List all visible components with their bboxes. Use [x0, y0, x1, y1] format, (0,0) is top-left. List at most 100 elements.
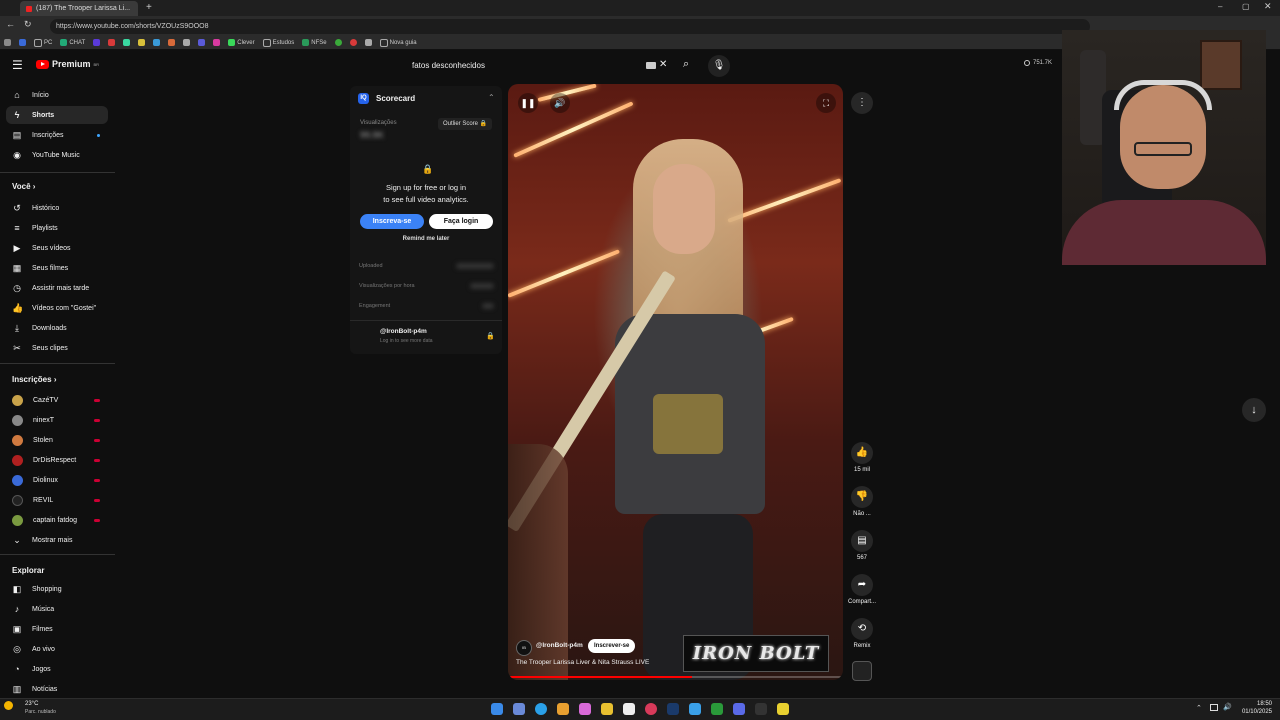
sidebar-item-noticias[interactable]: ▥ Notícias: [6, 680, 108, 698]
app-icon[interactable]: [755, 703, 767, 715]
sidebar-item-assistir-mais-tarde[interactable]: ◷ Assistir mais tarde: [6, 279, 108, 297]
bookmark-icon[interactable]: [349, 39, 357, 46]
widgets-icon[interactable]: [513, 703, 525, 715]
show-more-button[interactable]: ⌄ Mostrar mais: [6, 531, 108, 549]
fullscreen-icon[interactable]: ⛶: [816, 93, 836, 113]
sidebar-item-shopping[interactable]: ◧ Shopping: [6, 580, 108, 598]
sidebar-sub-stolen[interactable]: Stolen: [6, 431, 108, 449]
bookmark-icon[interactable]: [138, 39, 146, 46]
bookmark-clever[interactable]: Clever: [228, 39, 255, 46]
sidebar-item-ao-vivo[interactable]: ◎ Ao vivo: [6, 640, 108, 658]
windows-start-icon[interactable]: [491, 703, 503, 715]
subscribe-scorecard-button[interactable]: Inscreva-se: [360, 214, 424, 229]
bookmark-pc[interactable]: PC: [34, 38, 52, 47]
volume-icon[interactable]: 🔊: [550, 93, 570, 113]
sidebar-item-inicio[interactable]: ⌂ Início: [6, 86, 108, 104]
steam-icon[interactable]: [667, 703, 679, 715]
sidebar-item-downloads[interactable]: ⤓ Downloads: [6, 319, 108, 337]
explorer-icon[interactable]: [601, 703, 613, 715]
sidebar-sub-ninext[interactable]: ninexT: [6, 411, 108, 429]
remind-later-link[interactable]: Remind me later: [350, 236, 502, 242]
comments-button[interactable]: ▤ 567: [845, 530, 879, 561]
sound-thumbnail[interactable]: [852, 661, 872, 681]
bookmark-icon[interactable]: [123, 39, 131, 46]
sidebar-item-inscricoes[interactable]: ▤ Inscrições: [6, 126, 108, 144]
sidebar-item-seus-filmes[interactable]: ▦ Seus filmes: [6, 259, 108, 277]
sidebar-item-filmes[interactable]: ▣ Filmes: [6, 620, 108, 638]
sidebar-item-shorts[interactable]: ϟ Shorts: [6, 106, 108, 124]
sidebar-item-musica[interactable]: ♪ Música: [6, 600, 108, 618]
bookmark-icon[interactable]: [153, 39, 161, 46]
bookmark-icon[interactable]: [198, 39, 206, 46]
bookmark-icon[interactable]: [183, 39, 191, 46]
url-field[interactable]: https://www.youtube.com/shorts/VZOUzS9OO…: [50, 19, 1090, 34]
edge-icon[interactable]: [535, 703, 547, 715]
bookmark-estudos[interactable]: Estudos: [262, 38, 294, 47]
clock-time[interactable]: 18:50: [1248, 701, 1272, 707]
volume-tray-icon[interactable]: 🔊: [1223, 703, 1232, 711]
sidebar-item-playlists[interactable]: ≡ Playlists: [6, 219, 108, 237]
opera-icon[interactable]: [645, 703, 657, 715]
search-icon[interactable]: ⌕: [683, 58, 689, 71]
bookmark-icon[interactable]: [93, 39, 101, 46]
more-options-icon[interactable]: ⋮: [851, 92, 873, 114]
sidebar-sub-captain-fatdog[interactable]: captain fatdog: [6, 511, 108, 529]
network-icon[interactable]: [1210, 704, 1218, 711]
bookmark-chat[interactable]: CHAT: [60, 39, 85, 46]
like-button[interactable]: 👍 15 mil: [845, 442, 879, 473]
remix-button[interactable]: ⟲ Remix: [845, 618, 879, 649]
bookmark-nfse[interactable]: NFSe: [302, 39, 327, 46]
keyboard-icon[interactable]: [646, 62, 656, 69]
sidebar-item-historico[interactable]: ↺ Histórico: [6, 199, 108, 217]
collapse-icon[interactable]: ⌃: [488, 93, 495, 102]
notes-icon[interactable]: [777, 703, 789, 715]
outlier-score-badge[interactable]: Outlier Score 🔒: [438, 118, 493, 130]
app-icon[interactable]: [689, 703, 701, 715]
bookmark-icon[interactable]: [364, 39, 372, 46]
sidebar-sub-cazetv[interactable]: CazéTV: [6, 391, 108, 409]
section-inscricoes[interactable]: Inscrições ›: [12, 375, 56, 384]
bookmark-icon[interactable]: [19, 39, 26, 46]
channel-handle[interactable]: @IronBolt-p4m: [536, 642, 583, 649]
shorts-video-player[interactable]: ❚❚ 🔊 ⛶ IB @IronBolt-p4m Inscrever-se The…: [508, 84, 843, 680]
store-icon[interactable]: [623, 703, 635, 715]
sidebar-sub-diolinux[interactable]: Diolinux: [6, 471, 108, 489]
section-voce[interactable]: Você ›: [12, 182, 35, 191]
reload-icon[interactable]: ↻: [24, 19, 32, 30]
discord-icon[interactable]: [733, 703, 745, 715]
bookmark-icon[interactable]: [108, 39, 116, 46]
dislike-button[interactable]: 👎 Não ...: [845, 486, 879, 517]
clock-date[interactable]: 01/10/2025: [1232, 709, 1272, 715]
tray-chevron-icon[interactable]: ⌃: [1196, 704, 1202, 712]
bookmark-icon[interactable]: [4, 39, 11, 46]
sidebar-item-youtube-music[interactable]: ◉ YouTube Music: [6, 146, 108, 164]
bookmark-nova-guia[interactable]: Nova guia: [379, 38, 417, 47]
progress-track[interactable]: [508, 676, 843, 678]
pause-icon[interactable]: ❚❚: [518, 93, 538, 113]
video-title[interactable]: The Trooper Larissa Liver & Nita Strauss…: [516, 659, 649, 666]
share-button[interactable]: ➦ Compart...: [845, 574, 879, 605]
sidebar-item-videos-gostei[interactable]: 👍 Vídeos com "Gostei": [6, 299, 108, 317]
next-short-icon[interactable]: ↓: [1242, 398, 1266, 422]
copilot-icon[interactable]: [579, 703, 591, 715]
minimize-icon[interactable]: –: [1218, 2, 1222, 11]
browser-tab[interactable]: (187) The Trooper Larissa Li...: [20, 1, 138, 16]
bookmark-icon[interactable]: [334, 39, 342, 46]
sidebar-item-seus-videos[interactable]: ▶ Seus vídeos: [6, 239, 108, 257]
sidebar-item-seus-clipes[interactable]: ✂ Seus clipes: [6, 339, 108, 357]
xbox-icon[interactable]: [711, 703, 723, 715]
clear-search-icon[interactable]: ✕: [659, 59, 667, 70]
brave-icon[interactable]: [557, 703, 569, 715]
sidebar-item-jogos[interactable]: ◔ Jogos: [6, 660, 108, 678]
bookmark-icon[interactable]: [213, 39, 221, 46]
new-tab-icon[interactable]: +: [146, 2, 152, 13]
weather-icon[interactable]: [4, 701, 13, 710]
back-icon[interactable]: ←: [6, 19, 15, 29]
maximize-icon[interactable]: ▢: [1242, 2, 1250, 11]
search-input[interactable]: fatos desconhecidos: [404, 56, 672, 76]
sidebar-sub-revil[interactable]: REVIL: [6, 491, 108, 509]
close-window-icon[interactable]: ✕: [1264, 1, 1272, 12]
microphone-icon[interactable]: 🎙: [708, 55, 730, 77]
sidebar-sub-drdisrespect[interactable]: DrDisRespect: [6, 451, 108, 469]
login-button[interactable]: Faça login: [429, 214, 493, 229]
